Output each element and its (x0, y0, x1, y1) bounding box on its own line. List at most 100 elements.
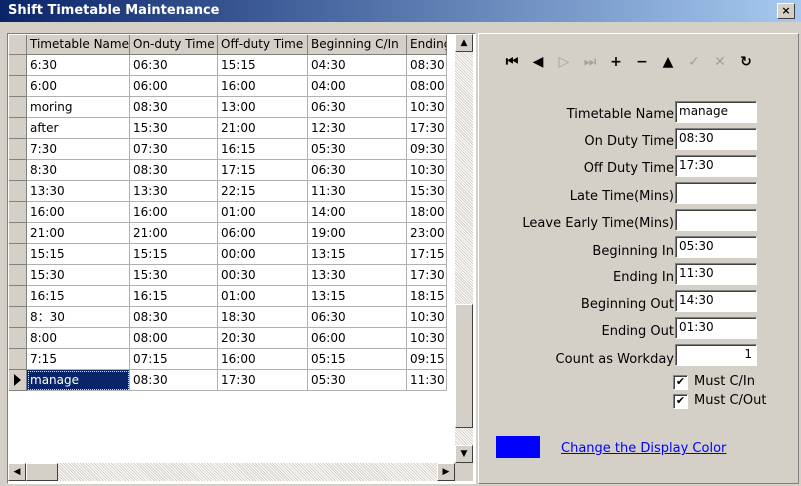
table-cell[interactable]: 15:15 (130, 244, 218, 265)
table-cell[interactable]: 08:00 (130, 328, 218, 349)
cancel-edit-icon[interactable]: ✕ (709, 52, 731, 72)
table-cell[interactable]: 6:00 (27, 76, 130, 97)
table-cell[interactable]: 00:00 (218, 244, 308, 265)
table-cell[interactable]: 04:00 (308, 76, 407, 97)
table-cell[interactable]: 23:00 (407, 223, 447, 244)
table-cell[interactable]: 16:15 (27, 286, 130, 307)
table-cell[interactable]: 17:15 (218, 160, 308, 181)
table-cell[interactable]: 13:00 (218, 97, 308, 118)
table-cell[interactable]: 7:30 (27, 139, 130, 160)
table-cell[interactable]: 05:30 (308, 370, 407, 391)
table-cell[interactable]: 11:30 (407, 370, 447, 391)
table-cell[interactable]: 15:30 (407, 181, 447, 202)
timetable-grid[interactable]: Timetable Name On-duty Time Off-duty Time B… (7, 33, 476, 484)
table-cell[interactable]: 16:15 (130, 286, 218, 307)
table-cell[interactable]: 15:30 (130, 265, 218, 286)
table-cell[interactable]: 09:30 (407, 139, 447, 160)
row-indicator[interactable] (9, 244, 27, 265)
table-cell[interactable]: 06:30 (130, 55, 218, 76)
table-cell[interactable]: 08:30 (130, 370, 218, 391)
scroll-right-button[interactable]: ▶ (437, 463, 455, 481)
table-cell[interactable]: 10:30 (407, 328, 447, 349)
on-duty-field[interactable]: 08:30 (675, 128, 757, 150)
prior-record-icon[interactable]: ◀ (527, 52, 549, 72)
table-cell[interactable]: 07:30 (130, 139, 218, 160)
table-cell[interactable]: 00:30 (218, 265, 308, 286)
table-cell[interactable]: 21:00 (130, 223, 218, 244)
table-cell[interactable]: manage (27, 370, 130, 391)
row-indicator[interactable] (9, 223, 27, 244)
table-cell[interactable]: 18:15 (407, 286, 447, 307)
beginning-out-field[interactable]: 14:30 (675, 290, 757, 312)
table-cell[interactable]: 13:30 (130, 181, 218, 202)
table-cell[interactable]: 16:15 (218, 139, 308, 160)
table-cell[interactable]: 7:15 (27, 349, 130, 370)
table-cell[interactable]: 15:15 (27, 244, 130, 265)
row-indicator[interactable] (9, 160, 27, 181)
table-cell[interactable]: 10:30 (407, 97, 447, 118)
table-cell[interactable]: 08:30 (130, 307, 218, 328)
row-indicator[interactable] (9, 76, 27, 97)
table-cell[interactable]: 15:15 (218, 55, 308, 76)
row-indicator[interactable] (9, 349, 27, 370)
table-cell[interactable]: 17:30 (407, 118, 447, 139)
table-cell[interactable]: 21:00 (27, 223, 130, 244)
table-cell[interactable]: 14:00 (308, 202, 407, 223)
scroll-down-button[interactable]: ▼ (455, 445, 473, 463)
row-indicator[interactable] (9, 139, 27, 160)
table-cell[interactable]: 8：30 (27, 307, 130, 328)
column-header[interactable]: Off-duty Time (218, 35, 308, 55)
table-cell[interactable]: 06:00 (308, 328, 407, 349)
column-header[interactable]: Timetable Name (27, 35, 130, 55)
leave-early-field[interactable] (675, 209, 757, 231)
ending-out-field[interactable]: 01:30 (675, 317, 757, 339)
table-cell[interactable]: 01:00 (218, 202, 308, 223)
vertical-scrollbar[interactable]: ▲ ▼ (455, 34, 473, 463)
table-cell[interactable]: 16:00 (218, 76, 308, 97)
late-time-field[interactable] (675, 182, 757, 204)
row-indicator[interactable] (9, 202, 27, 223)
table-cell[interactable]: 19:00 (308, 223, 407, 244)
off-duty-field[interactable]: 17:30 (675, 155, 757, 177)
table-cell[interactable]: 13:15 (308, 244, 407, 265)
close-button[interactable]: × (777, 3, 795, 19)
table-cell[interactable]: 08:30 (130, 97, 218, 118)
row-indicator[interactable] (9, 97, 27, 118)
table-cell[interactable]: 15:30 (130, 118, 218, 139)
row-indicator[interactable] (9, 370, 27, 391)
next-record-icon[interactable]: ▷ (553, 52, 575, 72)
post-edit-icon[interactable]: ✓ (683, 52, 705, 72)
column-header[interactable]: Ending (407, 35, 447, 55)
count-workday-field[interactable]: 1 (675, 344, 757, 366)
edit-record-icon[interactable]: ▲ (657, 52, 679, 72)
row-indicator[interactable] (9, 118, 27, 139)
column-header[interactable]: Beginning C/In (308, 35, 407, 55)
table-cell[interactable]: 10:30 (407, 160, 447, 181)
table-cell[interactable]: 16:00 (27, 202, 130, 223)
table-cell[interactable]: 06:30 (308, 160, 407, 181)
table-cell[interactable]: 06:00 (218, 223, 308, 244)
refresh-icon[interactable]: ↻ (735, 52, 757, 72)
table-cell[interactable]: 8:00 (27, 328, 130, 349)
must-cin-checkbox[interactable]: ✔ (673, 375, 688, 390)
table-cell[interactable]: moring (27, 97, 130, 118)
row-indicator[interactable] (9, 55, 27, 76)
horizontal-scrollbar[interactable]: ◀ ▶ (8, 463, 455, 481)
table-cell[interactable]: 08:00 (407, 76, 447, 97)
table-cell[interactable]: 06:30 (308, 307, 407, 328)
table-cell[interactable]: 13:30 (27, 181, 130, 202)
table-cell[interactable]: 07:15 (130, 349, 218, 370)
vertical-scroll-thumb[interactable] (455, 304, 473, 428)
first-record-icon[interactable]: ⏮ (501, 52, 523, 72)
row-indicator[interactable] (9, 286, 27, 307)
delete-record-icon[interactable]: − (631, 52, 653, 72)
row-indicator[interactable] (9, 181, 27, 202)
table-cell[interactable]: 09:15 (407, 349, 447, 370)
table-cell[interactable]: 05:30 (308, 139, 407, 160)
table-cell[interactable]: after (27, 118, 130, 139)
table-cell[interactable]: 05:15 (308, 349, 407, 370)
timetable-name-field[interactable]: manage (675, 101, 757, 123)
must-cout-checkbox[interactable]: ✔ (673, 394, 688, 409)
table-cell[interactable]: 12:30 (308, 118, 407, 139)
table-cell[interactable]: 06:00 (130, 76, 218, 97)
